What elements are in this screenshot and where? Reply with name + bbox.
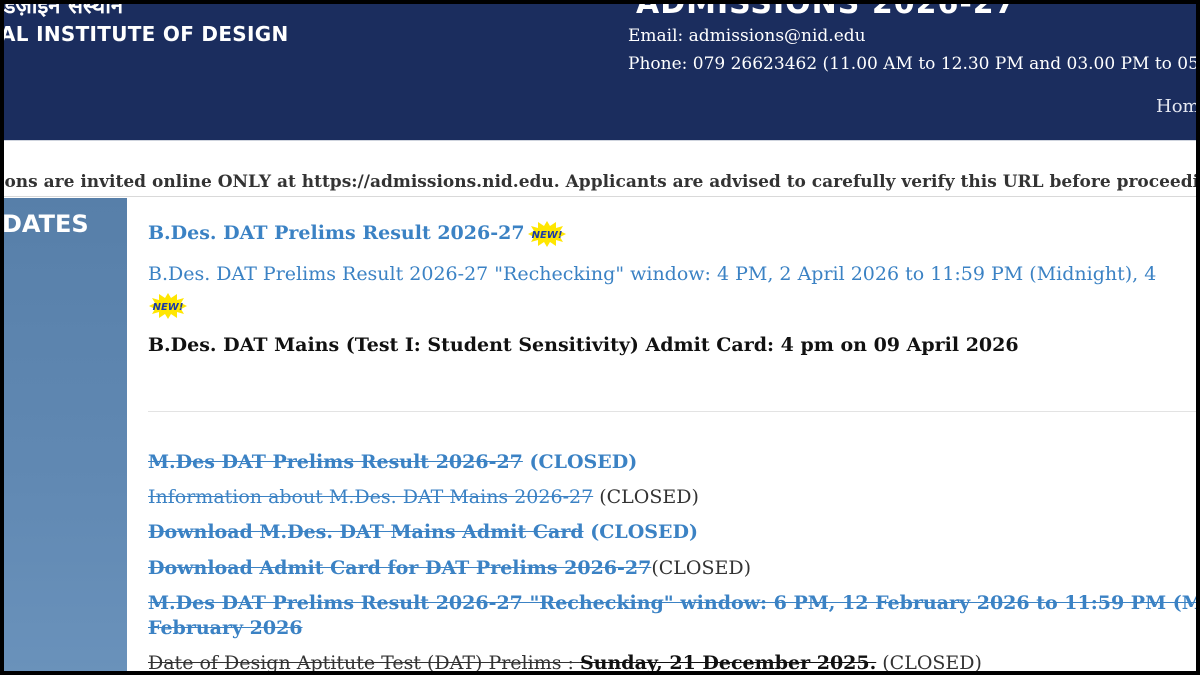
date-label: Date of Design Aptitute Test (DAT) Preli… <box>148 652 580 671</box>
closed-mdes-mains-info[interactable]: Information about M.Des. DAT Mains 2026-… <box>148 486 699 508</box>
update-bdes-rechecking[interactable]: B.Des. DAT Prelims Result 2026-27 "Reche… <box>148 263 1156 285</box>
closed-link-text[interactable]: Download Admit Card for DAT Prelims 2026… <box>148 557 651 579</box>
site-header: डिज़ाइन संस्थान AL INSTITUTE OF DESIGN A… <box>4 4 1196 140</box>
closed-mdes-mains-admit-card[interactable]: Download M.Des. DAT Mains Admit Card (CL… <box>148 521 698 543</box>
update-rechecking-badge: NEW! <box>148 292 188 320</box>
contact-email: Email: admissions@nid.edu <box>628 26 866 46</box>
closed-dat-prelims-date: Date of Design Aptitute Test (DAT) Preli… <box>148 652 982 671</box>
closed-mdes-rechecking-line1[interactable]: M.Des DAT Prelims Result 2026-27 "Rechec… <box>148 592 1196 614</box>
notice-ticker: ions are invited online ONLY at https://… <box>4 172 1196 192</box>
institute-name[interactable]: AL INSTITUTE OF DESIGN <box>4 22 289 46</box>
updates-panel: B.Des. DAT Prelims Result 2026-27 NEW! B… <box>148 198 1196 671</box>
update-bdes-prelims-result[interactable]: B.Des. DAT Prelims Result 2026-27 NEW! <box>148 220 567 248</box>
date-value: Sunday, 21 December 2025. <box>579 652 877 671</box>
closed-mdes-prelims-result[interactable]: M.Des DAT Prelims Result 2026-27 (CLOSED… <box>148 451 637 473</box>
updates-sidebar: DATES <box>4 198 127 671</box>
header-divider <box>4 140 1196 141</box>
update-link-text[interactable]: B.Des. DAT Prelims Result 2026-27 <box>148 222 525 244</box>
notice-divider <box>4 196 1196 197</box>
new-badge-label: NEW! <box>531 230 562 241</box>
closed-status: (CLOSED) <box>593 486 699 508</box>
closed-mdes-rechecking-line2[interactable]: February 2026 <box>148 617 303 639</box>
sidebar-title: DATES <box>4 210 89 238</box>
closed-link-text[interactable]: Information about M.Des. DAT Mains 2026-… <box>148 486 593 508</box>
closed-status: (CLOSED) <box>583 521 698 543</box>
browser-viewport: डिज़ाइन संस्थान AL INSTITUTE OF DESIGN A… <box>4 4 1196 671</box>
new-badge-label: NEW! <box>153 302 184 313</box>
closed-link-text[interactable]: Download M.Des. DAT Mains Admit Card <box>148 521 584 543</box>
update-link-text[interactable]: B.Des. DAT Prelims Result 2026-27 "Reche… <box>148 263 1156 285</box>
closed-status: (CLOSED) <box>876 652 982 671</box>
nav-home-link[interactable]: Hom <box>1156 96 1196 117</box>
contact-phone: Phone: 079 26623462 (11.00 AM to 12.30 P… <box>628 54 1196 74</box>
update-bdes-mains-admit-card: B.Des. DAT Mains (Test I: Student Sensit… <box>148 334 1019 356</box>
closed-status: (CLOSED) <box>651 557 752 579</box>
closed-link-text[interactable]: M.Des DAT Prelims Result 2026-27 <box>148 451 523 473</box>
hindi-institute-name: डिज़ाइन संस्थान <box>4 4 124 19</box>
closed-status: (CLOSED) <box>522 451 638 473</box>
closed-dat-prelims-admit-card[interactable]: Download Admit Card for DAT Prelims 2026… <box>148 557 751 579</box>
section-divider <box>148 411 1196 412</box>
admissions-title: ADMISSIONS 2026-27 <box>636 4 1017 21</box>
new-badge-icon: NEW! <box>149 293 187 319</box>
new-badge-icon: NEW! <box>527 221 566 247</box>
